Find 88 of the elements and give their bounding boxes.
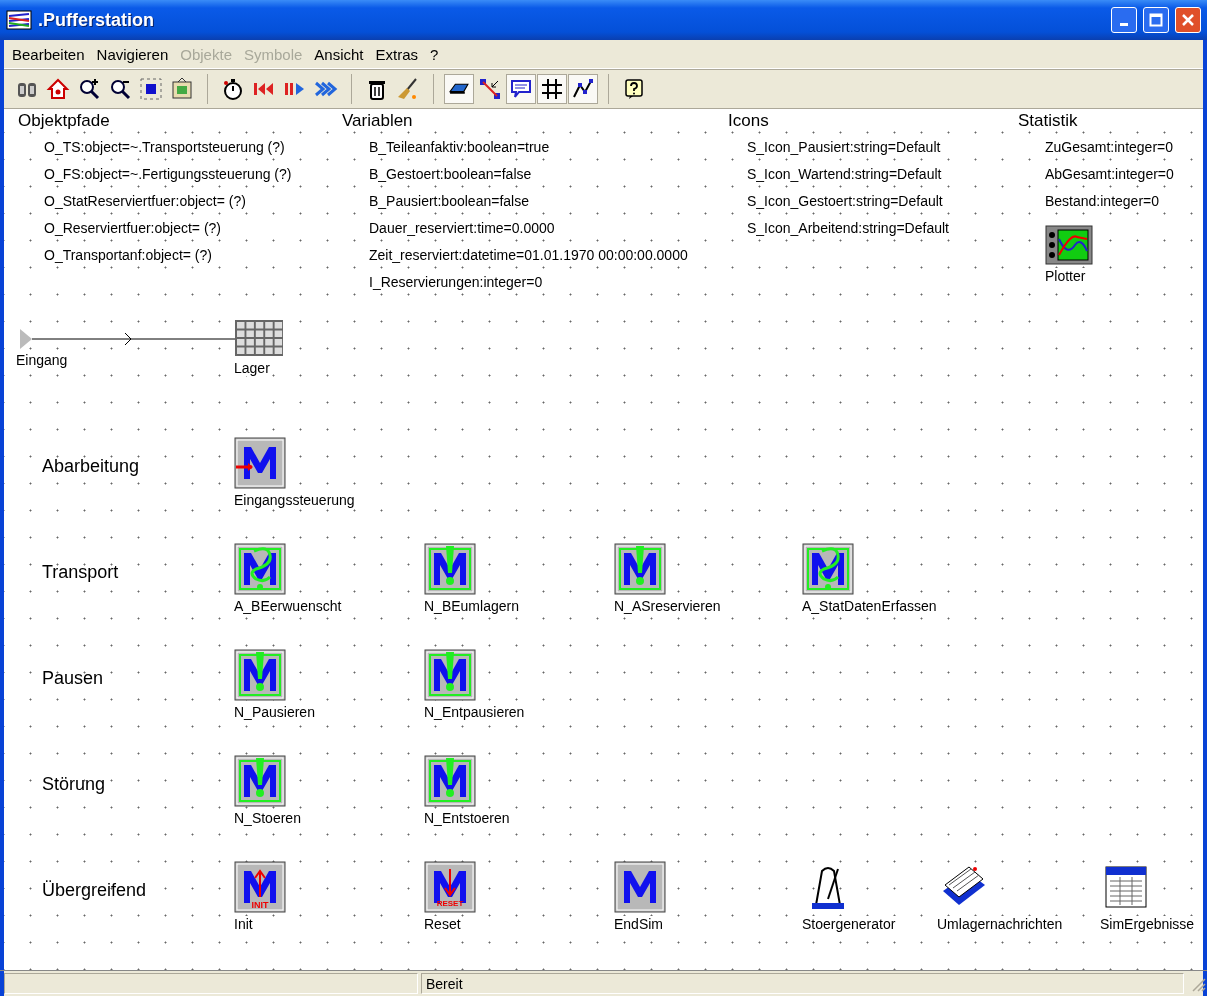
method-icon <box>234 437 286 489</box>
broom-icon <box>396 77 420 101</box>
attribute-text: S_Icon_Wartend:string=Default <box>747 165 943 184</box>
method-icon <box>802 543 854 595</box>
toolbar-button[interactable] <box>568 74 598 104</box>
select-icon <box>139 77 163 101</box>
attribute-text: I_Reservierungen:integer=0 <box>369 273 544 292</box>
attribute-text: S_Icon_Arbeitend:string=Default <box>747 219 949 238</box>
app-icon <box>6 9 32 31</box>
attribute-text: S_Icon_Gestoert:string=Default <box>747 192 944 211</box>
method-icon <box>614 543 666 595</box>
section-label: Abarbeitung <box>42 456 140 477</box>
zoom-out-icon <box>108 77 132 101</box>
toolbar-button[interactable] <box>506 74 536 104</box>
node-label: Init <box>234 916 253 932</box>
toolbar-button[interactable] <box>444 74 474 104</box>
group-heading: Variablen <box>342 111 413 131</box>
maximize-button[interactable] <box>1143 7 1169 33</box>
section-label: Transport <box>42 562 119 583</box>
zoom-in-icon <box>77 77 101 101</box>
toolbar-button[interactable] <box>537 74 567 104</box>
eraser-icon <box>449 83 469 95</box>
node-label: SimErgebnisse <box>1100 916 1195 932</box>
connector-icon <box>478 77 502 101</box>
method-icon <box>424 543 476 595</box>
node-label: Reset <box>424 916 461 932</box>
maximize-icon <box>1149 13 1163 27</box>
node-label: N_ASreservieren <box>614 598 721 614</box>
window-title: .Pufferstation <box>38 9 155 31</box>
menu-item[interactable]: Bearbeiten <box>8 43 93 65</box>
method-icon <box>424 755 476 807</box>
attribute-text: AbGesamt:integer=0 <box>1045 165 1174 184</box>
attribute-text: ZuGesamt:integer=0 <box>1045 138 1174 157</box>
menu-item[interactable]: Ansicht <box>310 43 372 65</box>
menu-item[interactable]: ? <box>426 43 447 65</box>
method-icon: INIT <box>234 861 286 913</box>
plotter-icon <box>1045 225 1093 265</box>
attribute-text: O_Reserviertfuer:object= (?) <box>44 219 223 238</box>
minimize-button[interactable] <box>1111 7 1137 33</box>
node-label: N_BEumlagern <box>424 598 519 614</box>
attribute-text: B_Teileanfaktiv:boolean=true <box>369 138 551 157</box>
menu-item[interactable]: Extras <box>371 43 427 65</box>
attribute-text: O_StatReserviertfuer:object= (?) <box>44 192 247 211</box>
method-icon <box>234 649 286 701</box>
attribute-text: S_Icon_Pausiert:string=Default <box>747 138 942 157</box>
section-label: Störung <box>42 774 106 795</box>
attribute-text: O_TS:object=~.Transportsteuerung (?) <box>44 138 286 157</box>
grid-icon <box>540 77 564 101</box>
grid-icon <box>234 319 284 357</box>
group-heading: Statistik <box>1018 111 1078 131</box>
attribute-text: Zeit_reserviert:datetime=01.01.1970 00:00:00.0000 <box>369 246 688 265</box>
attribute-text: Dauer_reserviert:time=0.0000 <box>369 219 556 238</box>
node-label: Eingangssteuerung <box>234 492 355 508</box>
home-icon <box>46 77 70 101</box>
attribute-text: Bestand:integer=0 <box>1045 192 1161 211</box>
node-label: EndSim <box>614 916 664 932</box>
section-label: Übergreifend <box>42 880 147 901</box>
node-label: Plotter <box>1045 268 1086 284</box>
node-label: Stoergenerator <box>802 916 896 932</box>
node-label: N_Pausieren <box>234 704 315 720</box>
node-label: Lager <box>234 360 270 376</box>
attribute-text: O_FS:object=~.Fertigungssteuerung (?) <box>44 165 292 184</box>
attribute-text: B_Gestoert:boolean=false <box>369 165 533 184</box>
group-heading: Icons <box>728 111 769 131</box>
node-label: A_BEerwuenscht <box>234 598 342 614</box>
menu-item[interactable]: Navigieren <box>92 43 177 65</box>
attribute-text: B_Pausiert:boolean=false <box>369 192 530 211</box>
stopwatch-icon <box>221 77 245 101</box>
method-icon <box>614 861 666 913</box>
node-label: Eingang <box>16 352 68 368</box>
attribute-text: O_Transportanf:object= (?) <box>44 246 213 265</box>
group-heading: Objektpfade <box>18 111 110 131</box>
node-label: N_Entstoeren <box>424 810 510 826</box>
minimize-icon <box>1120 22 1128 26</box>
method-icon <box>424 649 476 701</box>
node-label: N_Entpausieren <box>424 704 525 720</box>
status-text: Bereit <box>421 973 1184 994</box>
node-label: A_StatDatenErfassen <box>802 598 937 614</box>
method-icon <box>234 543 286 595</box>
picture-icon <box>170 77 194 101</box>
close-button[interactable] <box>1175 7 1201 33</box>
node-label: Umlagernachrichten <box>937 916 1063 932</box>
help-icon <box>622 77 646 101</box>
method-icon <box>234 755 286 807</box>
method-icon: RESET <box>424 861 476 913</box>
node-label: N_Stoeren <box>234 810 301 826</box>
section-label: Pausen <box>42 668 104 689</box>
close-icon <box>1181 13 1195 27</box>
